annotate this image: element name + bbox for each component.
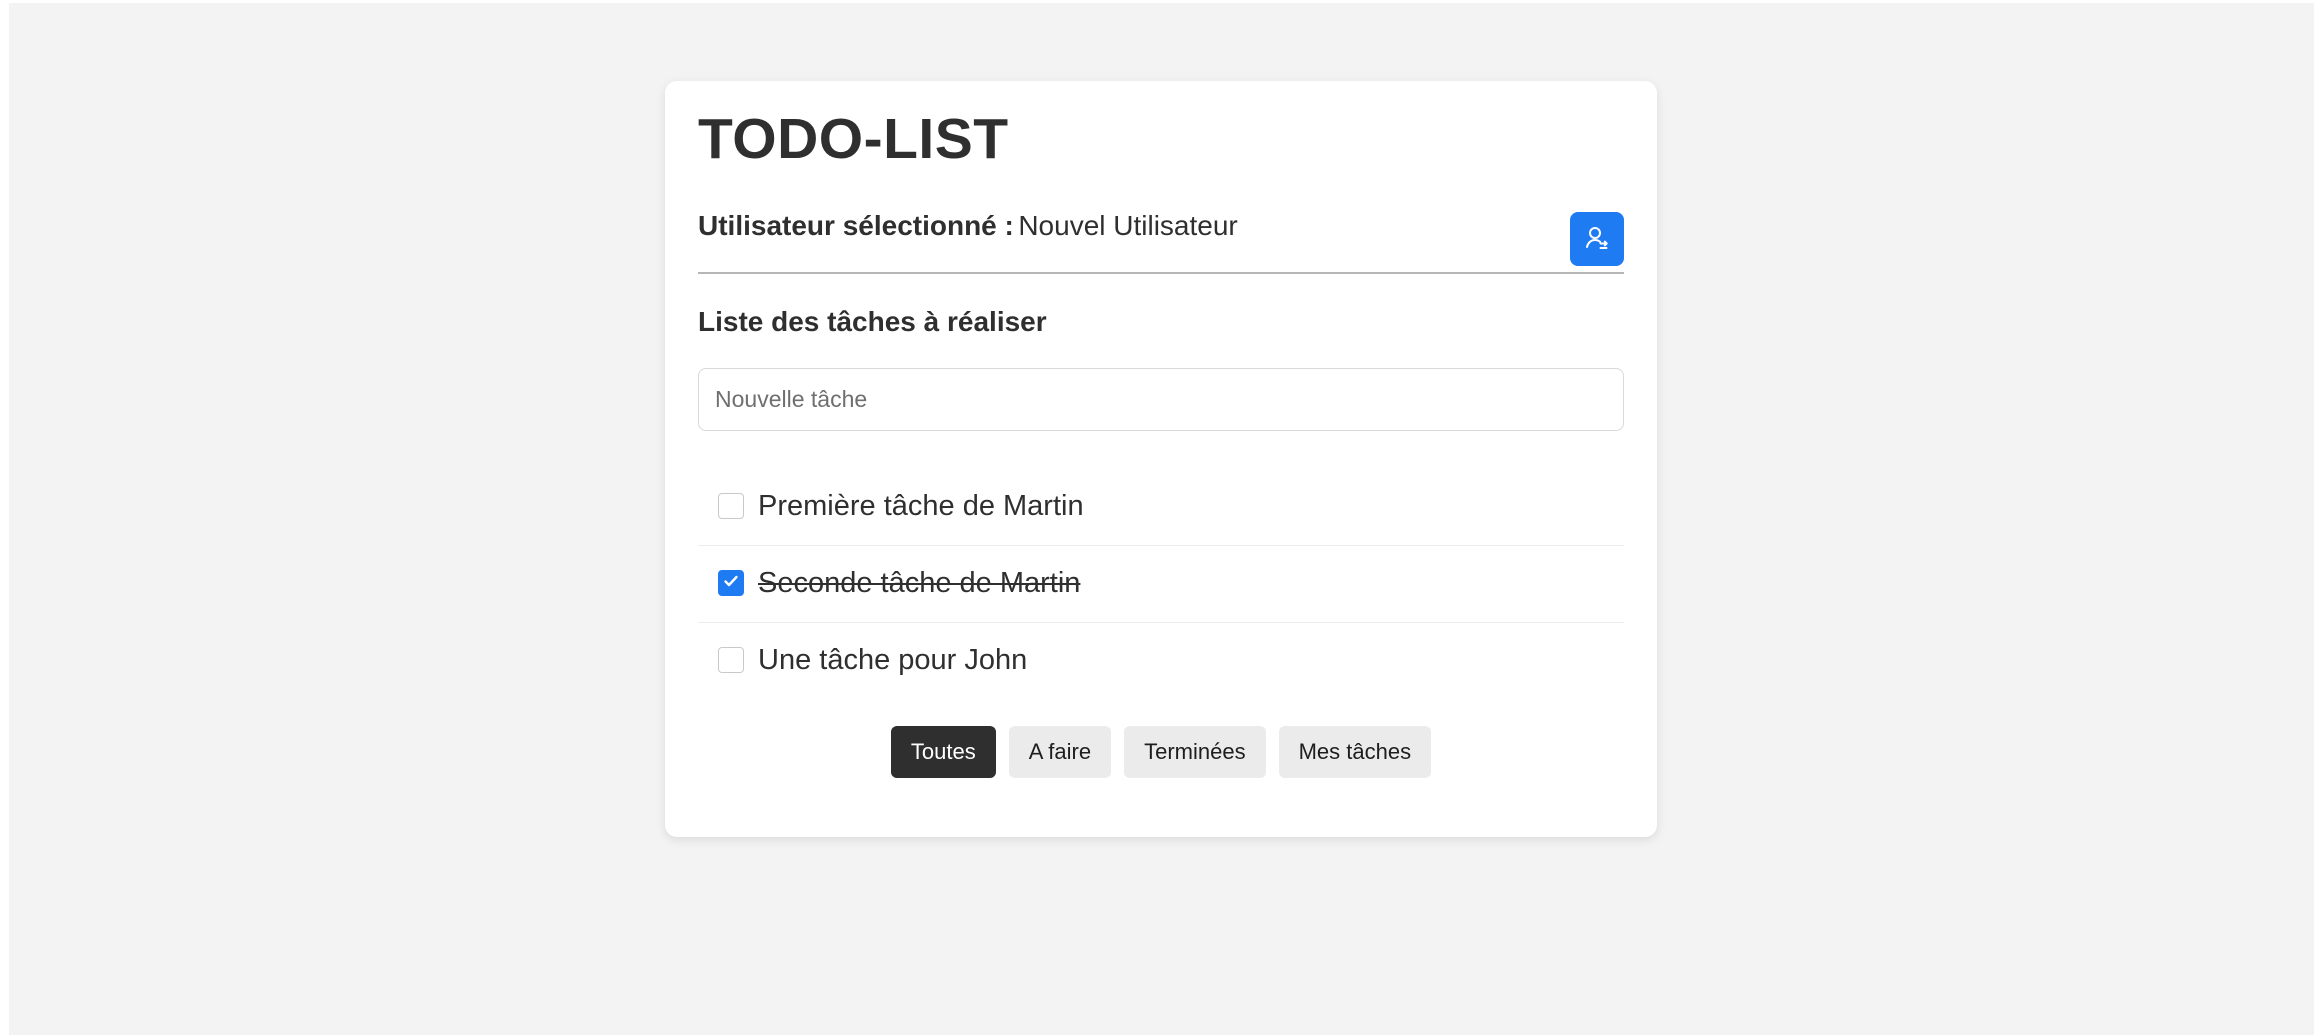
filter-done-button[interactable]: Terminées: [1124, 726, 1266, 778]
task-checkbox[interactable]: [718, 493, 744, 519]
task-label: Première tâche de Martin: [758, 490, 1084, 522]
task-checkbox[interactable]: [718, 647, 744, 673]
filter-all-button[interactable]: Toutes: [890, 726, 996, 778]
task-item: Première tâche de Martin: [698, 469, 1624, 546]
selected-user-label: Utilisateur sélectionné :: [698, 210, 1014, 241]
user-switch-icon: [1583, 224, 1611, 255]
filter-my-tasks-button[interactable]: Mes tâches: [1278, 726, 1432, 778]
filter-todo-button[interactable]: A faire: [1008, 726, 1112, 778]
page-title: TODO-LIST: [698, 107, 1009, 171]
checkmark-icon: [722, 572, 740, 595]
todo-card: TODO-LIST Utilisateur sélectionné : Nouv…: [665, 81, 1657, 837]
selected-user-line: Utilisateur sélectionné : Nouvel Utilisa…: [698, 209, 1238, 243]
change-user-button[interactable]: [1570, 212, 1624, 266]
task-item: Une tâche pour John: [698, 623, 1624, 700]
task-list: Première tâche de Martin Seconde tâche d…: [698, 469, 1624, 700]
filter-bar: Toutes A faire Terminées Mes tâches: [665, 726, 1657, 778]
selected-user-row: Utilisateur sélectionné : Nouvel Utilisa…: [698, 209, 1624, 271]
new-task-input[interactable]: [698, 368, 1624, 431]
task-label: Une tâche pour John: [758, 644, 1028, 676]
header-divider: [698, 272, 1624, 274]
selected-user-value: Nouvel Utilisateur: [1018, 210, 1238, 241]
task-checkbox[interactable]: [718, 570, 744, 596]
task-list-heading: Liste des tâches à réaliser: [698, 306, 1047, 337]
task-label: Seconde tâche de Martin: [758, 567, 1081, 599]
task-item: Seconde tâche de Martin: [698, 546, 1624, 623]
